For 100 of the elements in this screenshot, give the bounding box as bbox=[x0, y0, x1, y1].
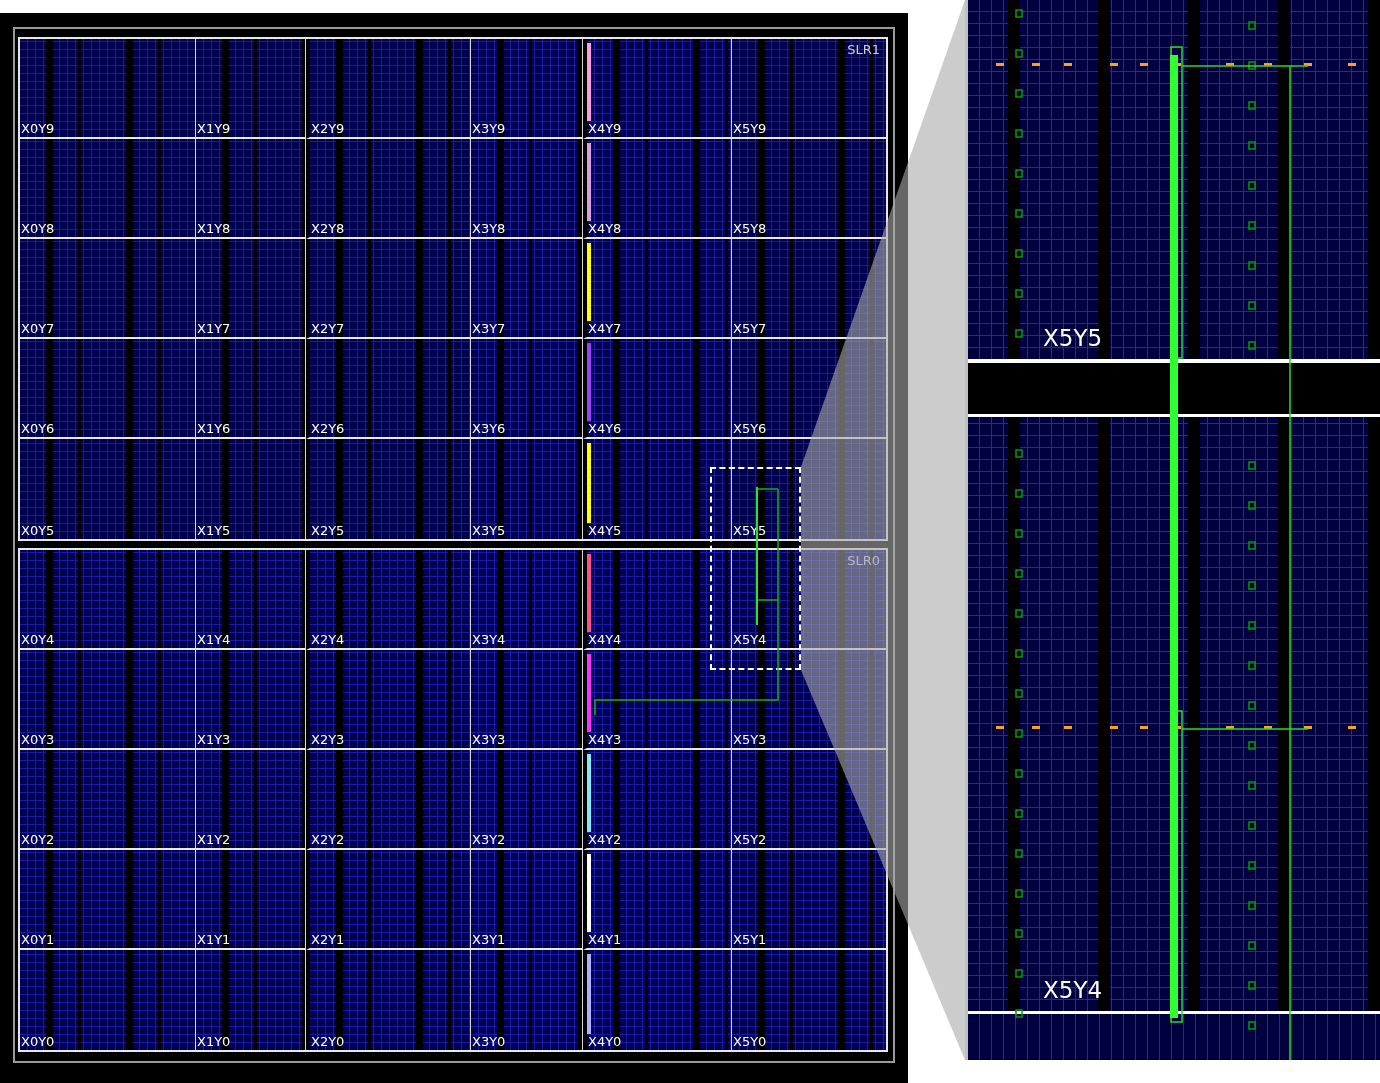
tile-marker bbox=[1140, 63, 1148, 66]
tile-marker bbox=[1015, 329, 1023, 338]
tile-marker bbox=[1015, 849, 1023, 858]
tile-marker bbox=[1140, 726, 1148, 729]
clock-region[interactable]: X2Y7 bbox=[306, 239, 471, 339]
region-label: X0Y9 bbox=[20, 122, 55, 137]
tile-marker bbox=[1248, 621, 1256, 630]
clock-region[interactable]: X3Y7 bbox=[471, 239, 583, 339]
tile-marker bbox=[1248, 861, 1256, 870]
clock-region[interactable]: X2Y1 bbox=[306, 850, 471, 950]
tile-marker bbox=[1015, 289, 1023, 298]
clock-region[interactable]: X1Y3 bbox=[196, 650, 306, 750]
region-label: X0Y8 bbox=[20, 222, 55, 237]
clock-region[interactable]: X2Y4 bbox=[306, 550, 471, 650]
tile-marker bbox=[1110, 726, 1118, 729]
clock-region[interactable]: X0Y6 bbox=[20, 339, 196, 439]
clock-region[interactable]: X1Y7 bbox=[196, 239, 306, 339]
clock-region[interactable]: X1Y5 bbox=[196, 439, 306, 539]
clock-region[interactable]: X5Y8 bbox=[732, 139, 886, 239]
clock-region[interactable]: X0Y4 bbox=[20, 550, 196, 650]
region-label: X1Y1 bbox=[196, 933, 231, 948]
clock-region[interactable]: X3Y4 bbox=[471, 550, 583, 650]
clock-region[interactable]: X1Y4 bbox=[196, 550, 306, 650]
clock-region[interactable]: X0Y9 bbox=[20, 39, 196, 139]
tile-marker bbox=[1015, 609, 1023, 618]
tile-marker bbox=[1248, 301, 1256, 310]
clock-region[interactable]: X1Y8 bbox=[196, 139, 306, 239]
clock-region[interactable]: X0Y0 bbox=[20, 950, 196, 1050]
region-label: X3Y6 bbox=[471, 422, 506, 437]
clock-region[interactable]: X0Y5 bbox=[20, 439, 196, 539]
clock-region[interactable]: X2Y2 bbox=[306, 750, 471, 850]
clock-region[interactable]: X3Y1 bbox=[471, 850, 583, 950]
clock-region[interactable]: X5Y7 bbox=[732, 239, 886, 339]
clock-region[interactable]: X5Y6 bbox=[732, 339, 886, 439]
clock-region[interactable]: X0Y7 bbox=[20, 239, 196, 339]
clock-region[interactable]: X1Y6 bbox=[196, 339, 306, 439]
tile-marker bbox=[1304, 63, 1312, 66]
region-label: X2Y3 bbox=[310, 733, 345, 748]
region-label: X2Y6 bbox=[310, 422, 345, 437]
clock-region[interactable]: X1Y2 bbox=[196, 750, 306, 850]
region-label: X1Y9 bbox=[196, 122, 231, 137]
region-label: X5Y4 bbox=[732, 633, 767, 648]
clock-region[interactable]: X0Y8 bbox=[20, 139, 196, 239]
tile-marker bbox=[1304, 726, 1312, 729]
clock-region[interactable]: X4Y3 bbox=[583, 650, 732, 750]
tile-marker bbox=[1248, 541, 1256, 550]
clock-region[interactable]: X3Y0 bbox=[471, 950, 583, 1050]
region-label: X1Y0 bbox=[196, 1035, 231, 1050]
clock-region[interactable]: X4Y9 bbox=[583, 39, 732, 139]
clock-region[interactable]: X4Y7 bbox=[583, 239, 732, 339]
clock-region[interactable]: X5Y1 bbox=[732, 850, 886, 950]
region-label: X2Y1 bbox=[310, 933, 345, 948]
clock-region[interactable]: X2Y6 bbox=[306, 339, 471, 439]
region-label: X1Y7 bbox=[196, 322, 231, 337]
clock-region[interactable]: X3Y8 bbox=[471, 139, 583, 239]
clock-region[interactable]: X2Y9 bbox=[306, 39, 471, 139]
region-label: X3Y5 bbox=[471, 524, 506, 539]
region-label: X4Y9 bbox=[587, 122, 622, 137]
tile-marker bbox=[1064, 726, 1072, 729]
region-label: X2Y4 bbox=[310, 633, 345, 648]
tile-marker bbox=[996, 63, 1004, 66]
tile-marker bbox=[1015, 249, 1023, 258]
clock-region[interactable]: X1Y9 bbox=[196, 39, 306, 139]
clock-region[interactable]: X3Y2 bbox=[471, 750, 583, 850]
clock-region[interactable]: X4Y2 bbox=[583, 750, 732, 850]
clock-region[interactable]: X3Y5 bbox=[471, 439, 583, 539]
clock-region[interactable]: X3Y3 bbox=[471, 650, 583, 750]
tile-marker bbox=[1248, 821, 1256, 830]
region-label: X2Y8 bbox=[310, 222, 345, 237]
region-label: X5Y8 bbox=[732, 222, 767, 237]
clock-region[interactable]: X3Y9 bbox=[471, 39, 583, 139]
region-label: X5Y1 bbox=[732, 933, 767, 948]
clock-region[interactable]: X4Y1 bbox=[583, 850, 732, 950]
clock-region[interactable]: X0Y3 bbox=[20, 650, 196, 750]
clock-region[interactable]: X1Y1 bbox=[196, 850, 306, 950]
clock-region[interactable]: X5Y2 bbox=[732, 750, 886, 850]
region-label: X4Y2 bbox=[587, 833, 622, 848]
tile-marker bbox=[1064, 63, 1072, 66]
clock-region[interactable]: X3Y6 bbox=[471, 339, 583, 439]
tile-marker bbox=[1248, 901, 1256, 910]
clock-region[interactable]: X1Y0 bbox=[196, 950, 306, 1050]
region-label: X4Y8 bbox=[587, 222, 622, 237]
region-label: X3Y1 bbox=[471, 933, 506, 948]
tile-marker bbox=[1248, 781, 1256, 790]
tile-marker bbox=[1015, 9, 1023, 18]
region-label: X0Y4 bbox=[20, 633, 55, 648]
clock-region[interactable]: X4Y6 bbox=[583, 339, 732, 439]
clock-region[interactable]: X2Y3 bbox=[306, 650, 471, 750]
clock-region[interactable]: X0Y1 bbox=[20, 850, 196, 950]
region-label: X1Y3 bbox=[196, 733, 231, 748]
tile-marker bbox=[1248, 61, 1256, 70]
clock-region[interactable]: X4Y4 bbox=[583, 550, 732, 650]
tile-marker bbox=[1015, 209, 1023, 218]
clock-region[interactable]: X5Y0 bbox=[732, 950, 886, 1050]
clock-region[interactable]: X5Y3 bbox=[732, 650, 886, 750]
region-label: X3Y8 bbox=[471, 222, 506, 237]
clock-region[interactable]: X4Y8 bbox=[583, 139, 732, 239]
clock-region[interactable]: X0Y2 bbox=[20, 750, 196, 850]
region-label: X4Y0 bbox=[587, 1035, 622, 1050]
clock-region[interactable]: X2Y8 bbox=[306, 139, 471, 239]
